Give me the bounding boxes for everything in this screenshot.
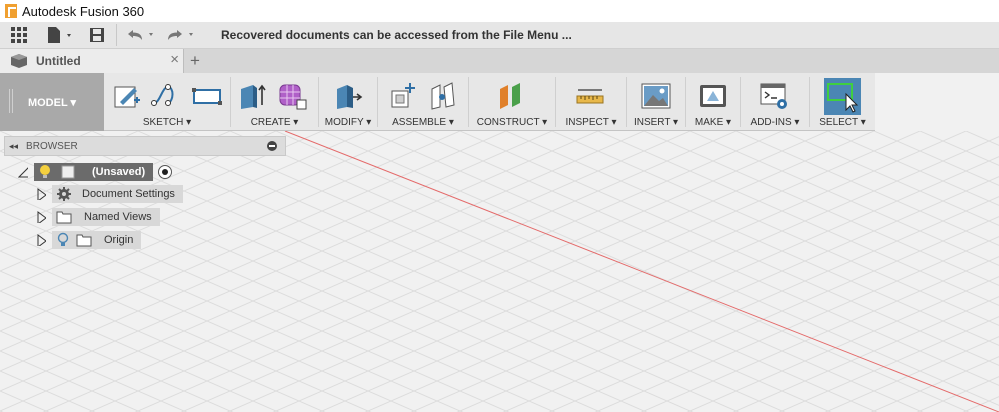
insert-image-icon[interactable]: [641, 81, 671, 111]
tree-item-origin: Origin: [36, 231, 142, 249]
make-menu[interactable]: MAKE ▾: [686, 117, 740, 128]
select-button[interactable]: [824, 78, 861, 115]
origin-label: Origin: [104, 234, 134, 246]
add-ins-group: ADD-INS ▾: [741, 73, 809, 131]
insert-menu[interactable]: INSERT ▾: [627, 117, 685, 128]
add-ins-menu[interactable]: ADD-INS ▾: [741, 117, 809, 128]
named-views-node[interactable]: Named Views: [52, 208, 160, 226]
rectangle-icon[interactable]: [192, 81, 222, 111]
minimize-icon[interactable]: [267, 141, 277, 151]
tree-item-named-views: Named Views: [36, 208, 160, 226]
folder-icon: [76, 234, 92, 247]
tree-root-row: (Unsaved): [18, 163, 173, 181]
grip-handle[interactable]: [9, 89, 13, 113]
redo-icon: [168, 30, 193, 40]
document-tab-bar: Untitled × +: [0, 49, 999, 73]
undo-icon: [128, 30, 153, 40]
inspect-menu[interactable]: INSPECT ▾: [556, 117, 626, 128]
create-sketch-icon[interactable]: [112, 81, 142, 111]
collapsed-triangle-icon[interactable]: [36, 234, 46, 246]
tab-untitled[interactable]: Untitled ×: [0, 49, 184, 73]
document-settings-node[interactable]: Document Settings: [52, 185, 183, 203]
press-pull-icon[interactable]: [333, 81, 363, 111]
ribbon-toolbar: MODEL ▾ SKETCH ▾ CREATE ▾ MODIFY ▾ ASSEM…: [0, 73, 875, 131]
folder-icon: [56, 211, 72, 224]
expanded-triangle-icon[interactable]: [18, 166, 28, 178]
collapsed-triangle-icon[interactable]: [36, 188, 46, 200]
measure-icon[interactable]: [575, 81, 605, 111]
browser-panel-header[interactable]: ◂◂ BROWSER: [4, 136, 286, 156]
document-settings-label: Document Settings: [82, 188, 175, 200]
redo-button[interactable]: [161, 22, 201, 49]
lightbulb-icon[interactable]: [38, 164, 52, 180]
workspace-switcher-button[interactable]: MODEL ▾: [0, 73, 104, 131]
new-tab-button[interactable]: +: [184, 49, 206, 73]
gear-icon: [57, 187, 71, 201]
component-icon: [61, 165, 75, 179]
sketch-group: SKETCH ▾: [104, 73, 230, 131]
close-icon[interactable]: ×: [170, 51, 179, 68]
modify-group: MODIFY ▾: [319, 73, 377, 131]
construct-menu[interactable]: CONSTRUCT ▾: [469, 117, 555, 128]
activate-radio-icon[interactable]: [157, 164, 173, 180]
collapse-icon[interactable]: ◂◂: [9, 141, 18, 152]
file-icon: [48, 27, 71, 43]
offset-plane-icon[interactable]: [496, 81, 526, 111]
select-group: SELECT ▾: [810, 73, 875, 131]
recovery-message: Recovered documents can be accessed from…: [221, 28, 572, 42]
new-component-icon[interactable]: [388, 81, 418, 111]
select-menu[interactable]: SELECT ▾: [810, 117, 875, 128]
fusion-logo-icon: [5, 4, 17, 18]
joint-icon[interactable]: [428, 81, 458, 111]
workspace-label: MODEL ▾: [27, 96, 77, 109]
assemble-group: ASSEMBLE ▾: [378, 73, 468, 131]
create-menu[interactable]: CREATE ▾: [231, 117, 318, 128]
title-bar: Autodesk Fusion 360: [0, 0, 999, 22]
tab-title: Untitled: [36, 54, 81, 68]
collapsed-triangle-icon[interactable]: [36, 211, 46, 223]
document-icon: [11, 54, 27, 68]
sketch-menu[interactable]: SKETCH ▾: [104, 117, 230, 128]
make-group: MAKE ▾: [686, 73, 740, 131]
extrude-icon[interactable]: [237, 81, 267, 111]
lightbulb-icon[interactable]: [56, 232, 70, 248]
root-label: (Unsaved): [92, 166, 146, 178]
file-menu-button[interactable]: [38, 22, 82, 49]
browser-title: BROWSER: [26, 140, 78, 152]
construct-group: CONSTRUCT ▾: [469, 73, 555, 131]
tree-item-document-settings: Document Settings: [36, 185, 183, 203]
spline-icon[interactable]: [150, 81, 180, 111]
save-button[interactable]: [82, 22, 112, 49]
app-title: Autodesk Fusion 360: [22, 3, 145, 19]
undo-button[interactable]: [121, 22, 161, 49]
form-icon[interactable]: [277, 81, 307, 111]
save-icon: [90, 28, 104, 42]
divider: [116, 24, 117, 46]
assemble-menu[interactable]: ASSEMBLE ▾: [378, 117, 468, 128]
3d-print-icon[interactable]: [698, 81, 728, 111]
create-group: CREATE ▾: [231, 73, 318, 131]
scripts-icon[interactable]: [759, 81, 789, 111]
origin-node[interactable]: Origin: [52, 231, 142, 249]
select-cursor-icon: [827, 83, 859, 113]
inspect-group: INSPECT ▾: [556, 73, 626, 131]
grid-icon: [11, 27, 27, 43]
named-views-label: Named Views: [84, 211, 152, 223]
insert-group: INSERT ▾: [627, 73, 685, 131]
root-component[interactable]: (Unsaved): [34, 163, 154, 181]
modify-menu[interactable]: MODIFY ▾: [319, 117, 377, 128]
data-panel-button[interactable]: [0, 22, 38, 49]
quick-access-toolbar: Recovered documents can be accessed from…: [0, 22, 999, 49]
